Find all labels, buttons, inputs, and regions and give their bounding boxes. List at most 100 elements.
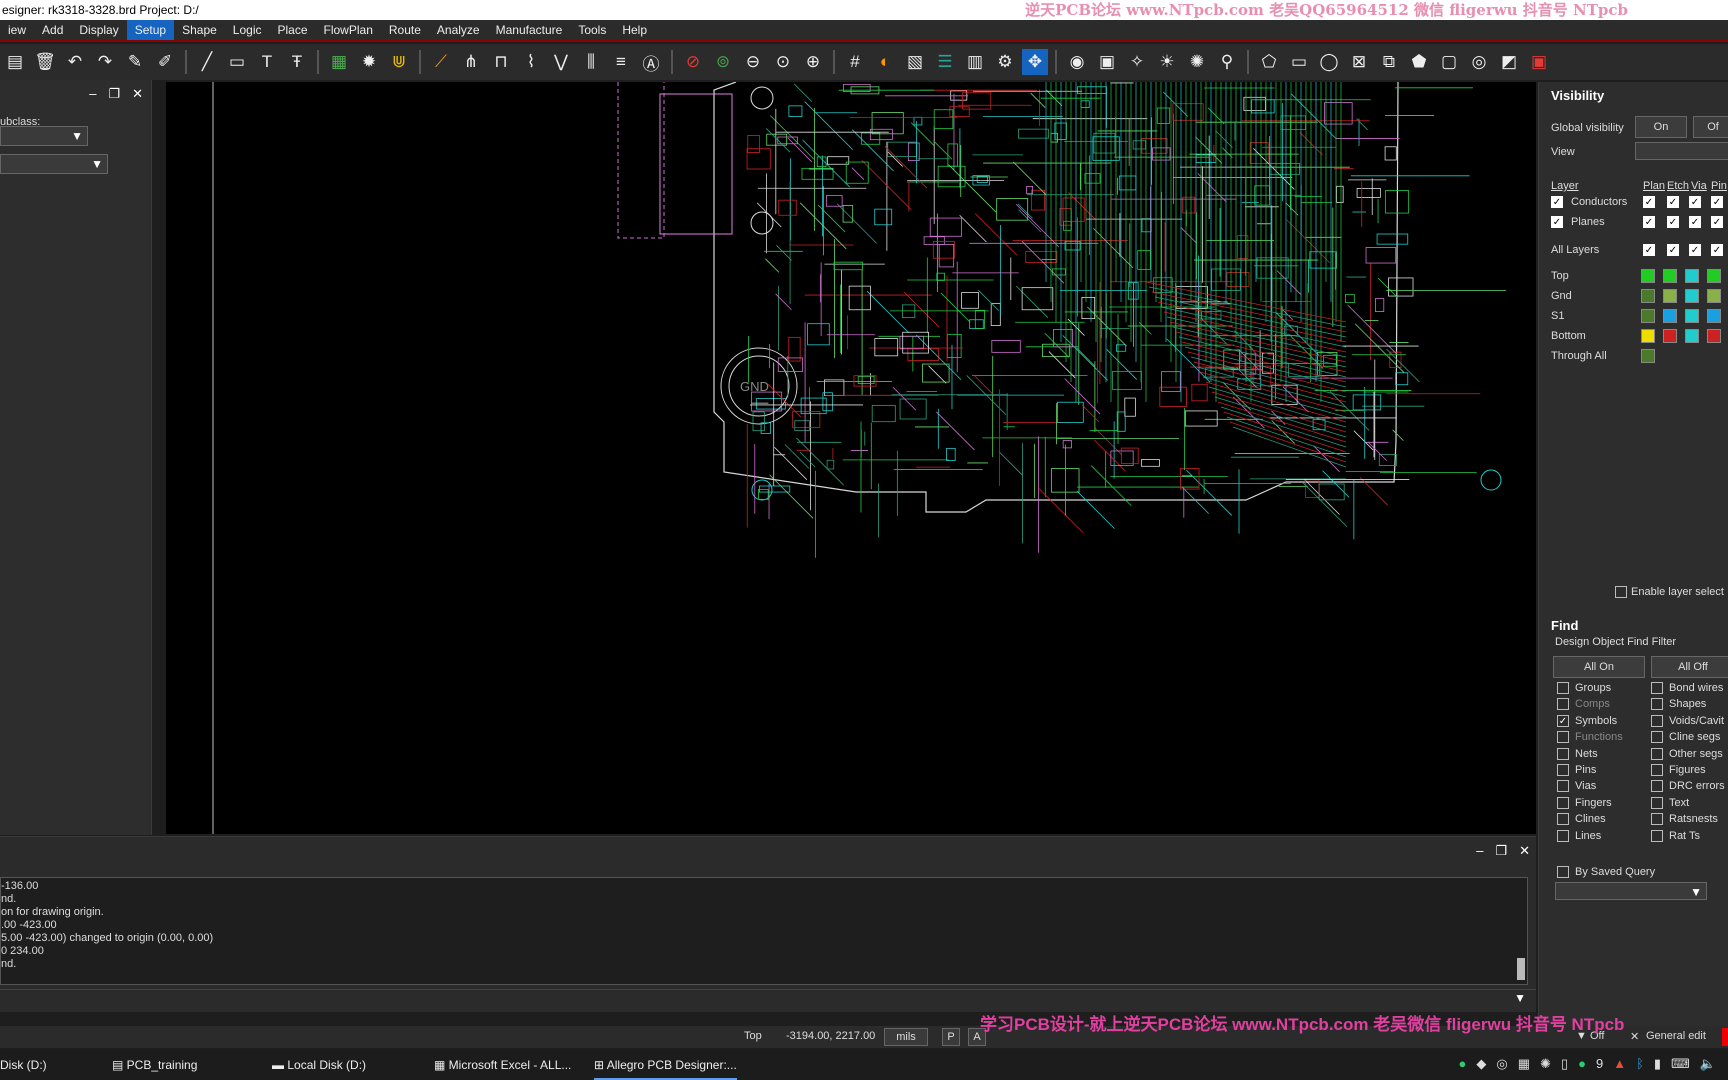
menu-logic[interactable]: Logic bbox=[225, 20, 270, 40]
via-checkbox[interactable]: ✓ bbox=[1689, 216, 1701, 228]
taskbar-item[interactable]: ⊞ Allegro PCB Designer:... bbox=[594, 1050, 737, 1080]
find-option-checkbox[interactable] bbox=[1651, 796, 1663, 809]
global-visibility-off-button[interactable]: Of bbox=[1693, 116, 1728, 138]
menu-route[interactable]: Route bbox=[381, 20, 429, 40]
dehighlight-icon[interactable]: ☀ bbox=[1154, 49, 1180, 75]
menu-display[interactable]: Display bbox=[71, 20, 126, 40]
unpin-icon[interactable]: ✐ bbox=[152, 49, 178, 75]
class-dropdown[interactable]: ▼ bbox=[0, 126, 88, 146]
subclass-dropdown[interactable]: ▼ bbox=[0, 154, 108, 174]
volume-icon[interactable]: 🔈 bbox=[1700, 1056, 1716, 1072]
move-icon[interactable]: ✥ bbox=[1022, 49, 1048, 75]
wechat-icon[interactable]: ● bbox=[1459, 1056, 1467, 1072]
layer-color-swatch[interactable] bbox=[1685, 329, 1699, 343]
menu-place[interactable]: Place bbox=[269, 20, 315, 40]
menu-iew[interactable]: iew bbox=[0, 20, 34, 40]
visibility-icon[interactable]: ◉ bbox=[1064, 49, 1090, 75]
chart-icon[interactable]: ▦ bbox=[1518, 1056, 1530, 1072]
minimize-icon[interactable]: – bbox=[89, 86, 96, 102]
pad-icon[interactable]: ⋓ bbox=[386, 49, 412, 75]
find-option-checkbox[interactable] bbox=[1651, 813, 1663, 826]
restore-icon[interactable]: ❐ bbox=[1495, 843, 1507, 859]
circle-outline-icon[interactable]: ◎ bbox=[1466, 49, 1492, 75]
save-icon[interactable]: ▤ bbox=[2, 49, 28, 75]
fanout-icon[interactable]: ⋔ bbox=[458, 49, 484, 75]
etch-checkbox[interactable]: ✓ bbox=[1667, 216, 1679, 228]
find-clines-checkbox[interactable] bbox=[1557, 813, 1569, 826]
brightness-icon[interactable]: ✺ bbox=[1184, 49, 1210, 75]
menu-analyze[interactable]: Analyze bbox=[429, 20, 488, 40]
taskbar-item[interactable]: ▤ PCB_training bbox=[112, 1050, 197, 1080]
global-visibility-on-button[interactable]: On bbox=[1635, 116, 1687, 138]
warning-icon[interactable]: ▲ bbox=[1613, 1056, 1626, 1072]
all-layers-checkbox[interactable]: ✓ bbox=[1689, 244, 1701, 256]
layer-color-swatch[interactable] bbox=[1707, 289, 1721, 303]
shape-rect-icon[interactable]: ▭ bbox=[1286, 49, 1312, 75]
scrollbar-thumb[interactable] bbox=[1517, 958, 1525, 980]
pin-checkbox[interactable]: ✓ bbox=[1711, 216, 1723, 228]
menu-flowplan[interactable]: FlowPlan bbox=[316, 20, 381, 40]
layer-color-swatch[interactable] bbox=[1663, 289, 1677, 303]
restore-icon[interactable]: ❐ bbox=[108, 86, 120, 102]
slash-icon[interactable]: ◩ bbox=[1496, 49, 1522, 75]
shape-poly-icon[interactable]: ⬠ bbox=[1256, 49, 1282, 75]
undo-icon[interactable]: ↶ bbox=[62, 49, 88, 75]
network-icon[interactable]: ◎ bbox=[1496, 1056, 1507, 1072]
menu-tools[interactable]: Tools bbox=[570, 20, 614, 40]
etch-checkbox[interactable]: ✓ bbox=[1667, 196, 1679, 208]
add-rect-icon[interactable]: ▭ bbox=[224, 49, 250, 75]
all-on-button[interactable]: All On bbox=[1553, 656, 1645, 678]
zoom-out-icon[interactable]: ⊖ bbox=[740, 49, 766, 75]
shape-icon[interactable]: ⊚ bbox=[710, 49, 736, 75]
find-option-checkbox[interactable] bbox=[1651, 747, 1663, 760]
units-display[interactable]: mils bbox=[884, 1028, 928, 1046]
shape-circle-icon[interactable]: ◯ bbox=[1316, 49, 1342, 75]
chevron-down-icon[interactable]: ▼ bbox=[1514, 991, 1526, 1005]
design-canvas[interactable]: GND bbox=[166, 82, 1536, 834]
layer-color-swatch[interactable] bbox=[1707, 309, 1721, 323]
layer-color-swatch[interactable] bbox=[1641, 269, 1655, 283]
via-checkbox[interactable]: ✓ bbox=[1689, 196, 1701, 208]
stack-icon[interactable]: ☰ bbox=[932, 49, 958, 75]
close-icon[interactable]: ✕ bbox=[132, 86, 143, 102]
component-icon[interactable]: ✹ bbox=[356, 49, 382, 75]
redo-icon[interactable]: ↷ bbox=[92, 49, 118, 75]
spread-icon[interactable]: ⋁ bbox=[548, 49, 574, 75]
place-icon[interactable]: ▦ bbox=[326, 49, 352, 75]
close-icon[interactable]: ✕ bbox=[1519, 843, 1530, 859]
find-option-checkbox[interactable] bbox=[1651, 731, 1663, 744]
p-button[interactable]: P bbox=[942, 1028, 960, 1046]
zoom-fit-icon[interactable]: ⊙ bbox=[770, 49, 796, 75]
layer-color-swatch[interactable] bbox=[1641, 329, 1655, 343]
layer-color-swatch[interactable] bbox=[1685, 289, 1699, 303]
delete-icon[interactable]: 🗑 bbox=[32, 49, 58, 75]
highlight-icon[interactable]: ✧ bbox=[1124, 49, 1150, 75]
layer-color-swatch[interactable] bbox=[1707, 329, 1721, 343]
by-saved-query-checkbox[interactable] bbox=[1557, 866, 1569, 878]
plan-checkbox[interactable]: ✓ bbox=[1643, 216, 1655, 228]
find-vias-checkbox[interactable] bbox=[1557, 780, 1569, 793]
saved-query-dropdown[interactable]: ▼ bbox=[1555, 882, 1707, 900]
layer-color-swatch[interactable] bbox=[1707, 269, 1721, 283]
export-icon[interactable]: ▣ bbox=[1526, 49, 1552, 75]
bluetooth-icon[interactable]: ᛒ bbox=[1636, 1056, 1644, 1072]
mic-icon[interactable]: ▮ bbox=[1654, 1056, 1661, 1072]
edit-text-icon[interactable]: Ŧ bbox=[284, 49, 310, 75]
poly-icon[interactable]: ⬟ bbox=[1406, 49, 1432, 75]
layer-color-swatch[interactable] bbox=[1685, 309, 1699, 323]
find-option-checkbox[interactable] bbox=[1651, 764, 1663, 776]
all-layers-checkbox[interactable]: ✓ bbox=[1667, 244, 1679, 256]
find-functions-checkbox[interactable] bbox=[1557, 731, 1569, 744]
layer-color-swatch[interactable] bbox=[1663, 269, 1677, 283]
drc-icon[interactable]: ⊘ bbox=[680, 49, 706, 75]
find-groups-checkbox[interactable] bbox=[1557, 682, 1569, 694]
grid-icon[interactable]: # bbox=[842, 49, 868, 75]
battery-icon[interactable]: ▯ bbox=[1561, 1056, 1568, 1072]
slide-icon[interactable]: ⊓ bbox=[488, 49, 514, 75]
pin-checkbox[interactable]: ✓ bbox=[1711, 196, 1723, 208]
menu-manufacture[interactable]: Manufacture bbox=[488, 20, 571, 40]
taskbar-item[interactable]: ▦ Microsoft Excel - ALL... bbox=[434, 1050, 571, 1080]
find-option-checkbox[interactable] bbox=[1651, 780, 1663, 793]
layer-visible-checkbox[interactable]: ✓ bbox=[1551, 216, 1563, 228]
delay-tune-icon[interactable]: ⌇ bbox=[518, 49, 544, 75]
